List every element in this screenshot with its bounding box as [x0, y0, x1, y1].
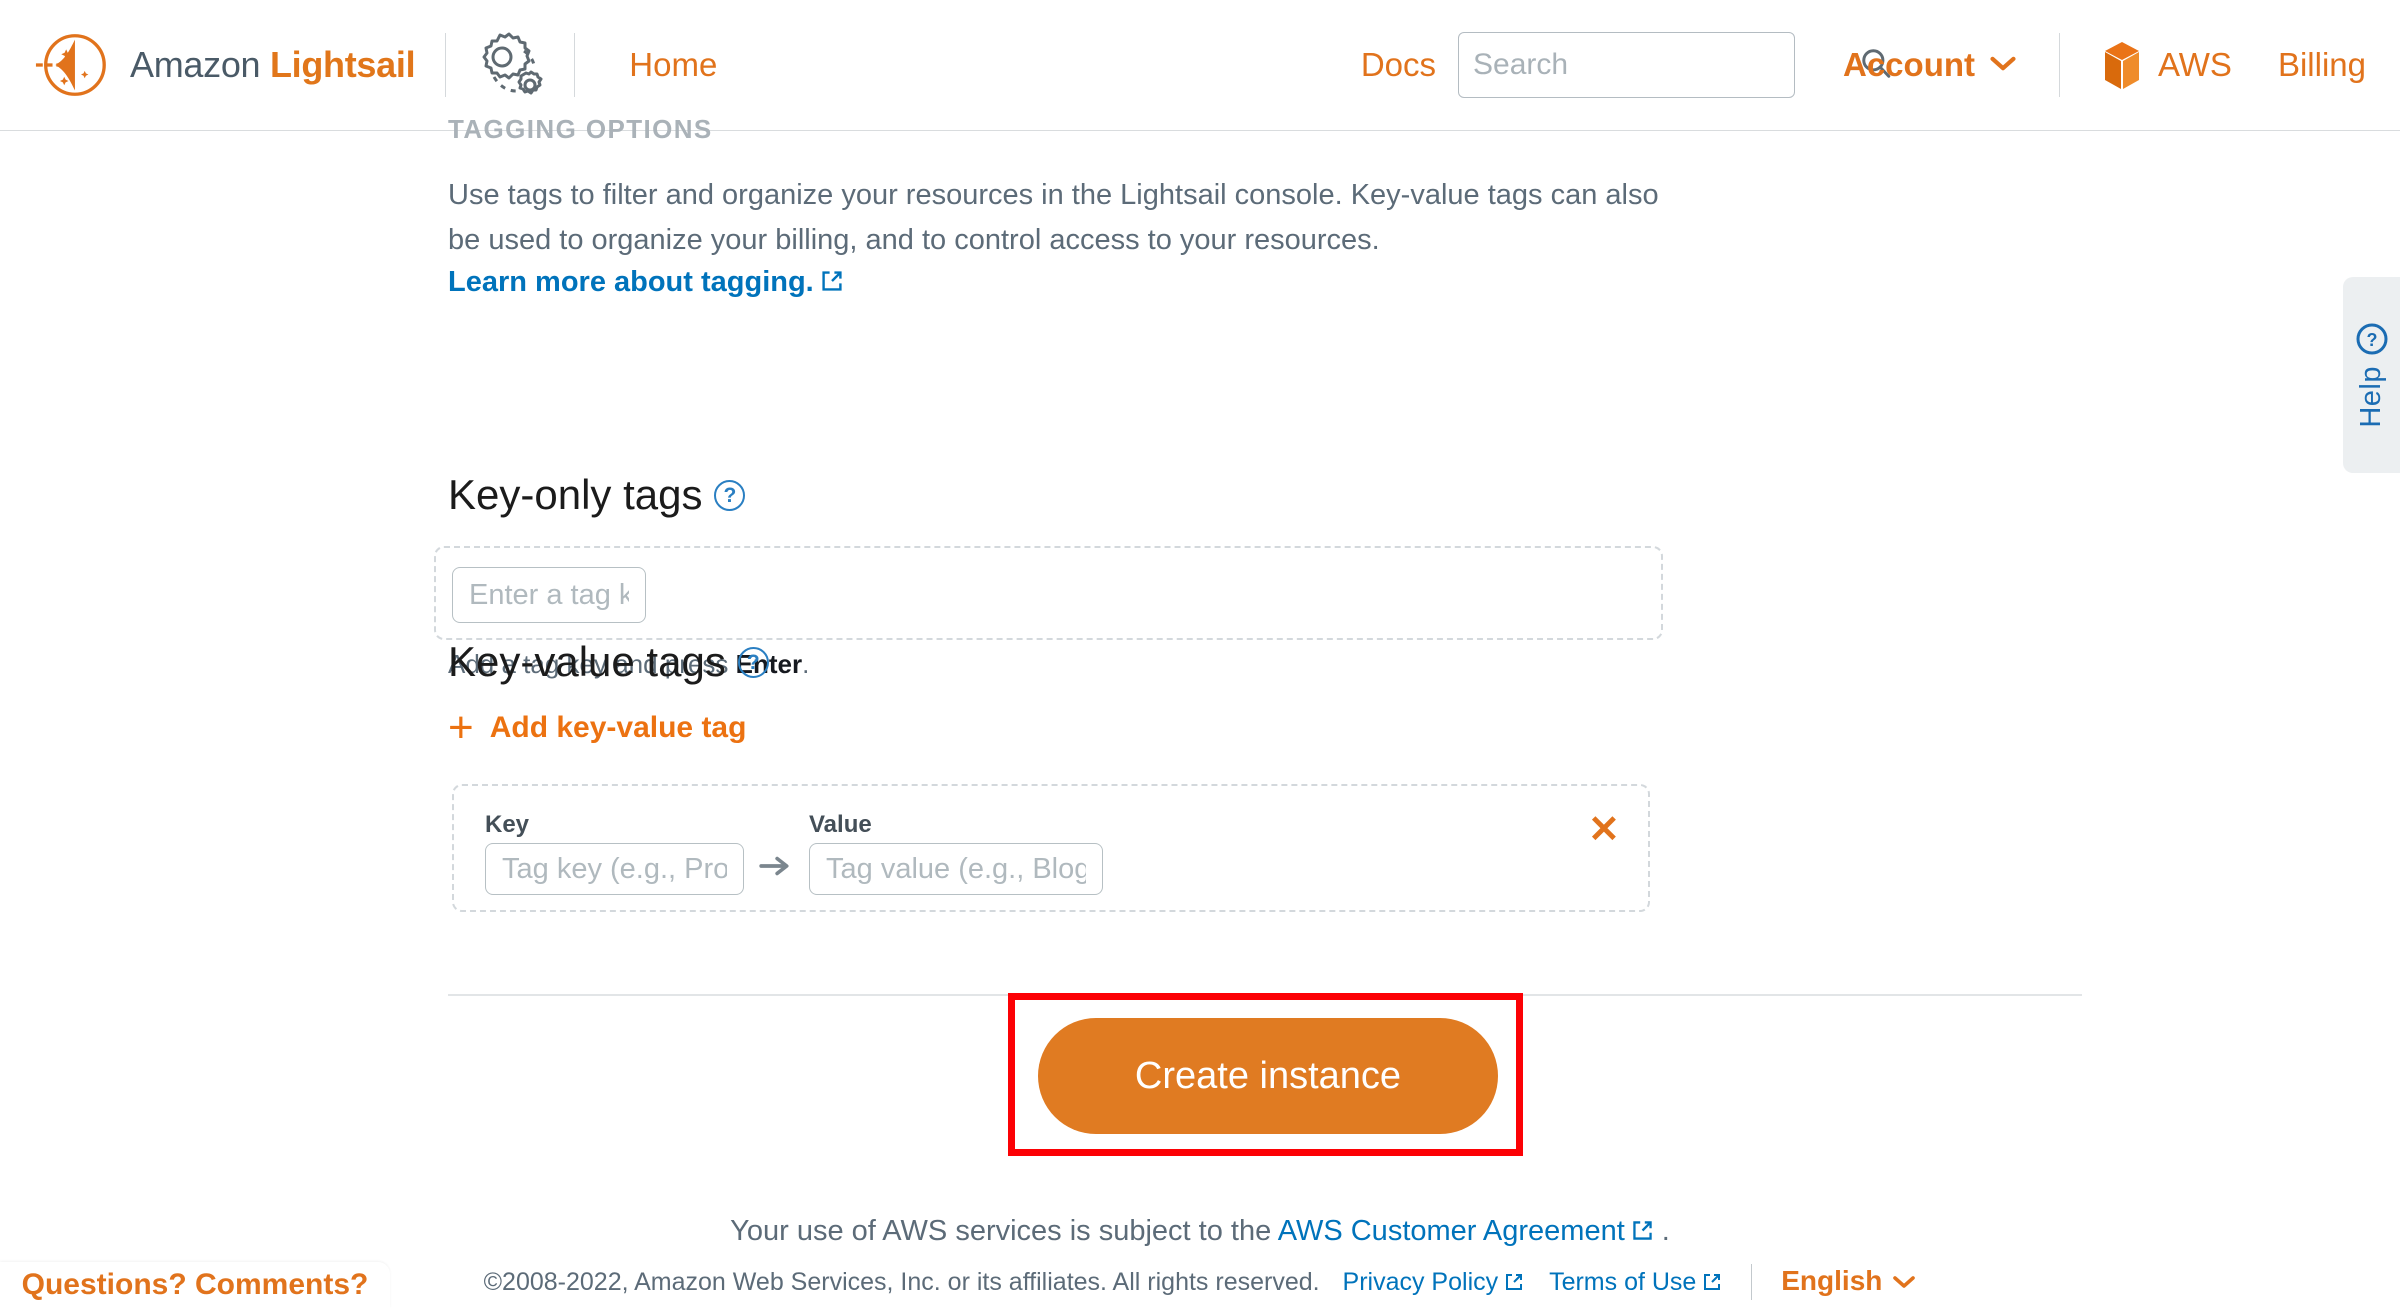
account-menu-label: Account — [1843, 46, 1975, 83]
key-value-tag-row: Key Value ✕ — [452, 784, 1650, 912]
question-circle-icon[interactable]: ? — [714, 479, 746, 511]
nav-aws-link[interactable]: AWS — [2158, 46, 2232, 84]
search-input[interactable] — [1473, 48, 1859, 82]
brand-title: Amazon Lightsail — [130, 44, 416, 85]
header-divider-2 — [574, 33, 576, 97]
key-only-tags-title: Key-only tags — [448, 471, 703, 518]
add-key-value-tag-label: Add key-value tag — [489, 711, 747, 744]
help-side-tab[interactable]: ? Help — [2343, 277, 2400, 473]
account-menu[interactable]: Account — [1843, 46, 2017, 84]
tagging-options-section-label: TAGGING OPTIONS — [448, 114, 713, 144]
key-field-input[interactable] — [485, 843, 744, 895]
footer-agreement-line: Your use of AWS services is subject to t… — [0, 1215, 2400, 1250]
value-field-input[interactable] — [809, 843, 1103, 895]
terms-of-use-label: Terms of Use — [1549, 1268, 1697, 1296]
nav-docs-link[interactable]: Docs — [1361, 46, 1436, 84]
tagging-description-line-2: be used to organize your billing, and to… — [448, 224, 1380, 256]
privacy-policy-link[interactable]: Privacy Policy — [1343, 1268, 1525, 1296]
header-divider-3 — [2059, 33, 2060, 97]
add-key-value-tag-button[interactable]: + Add key-value tag — [448, 702, 747, 752]
key-only-tags-heading: Key-only tags ? — [448, 471, 746, 519]
external-link-icon — [1631, 1217, 1654, 1250]
lightsail-logo-icon — [34, 26, 112, 104]
key-only-tags-dropzone[interactable] — [434, 546, 1663, 640]
plus-icon: + — [448, 702, 474, 752]
footer-agreement-suffix: . — [1661, 1215, 1670, 1247]
key-only-tag-input[interactable] — [452, 567, 646, 623]
learn-more-row: Learn more about tagging. — [448, 266, 844, 301]
external-link-icon — [1702, 1270, 1722, 1299]
footer-agreement-prefix: Your use of AWS services is subject to t… — [730, 1215, 1278, 1247]
key-value-tags-heading: Key-value tags ? — [448, 638, 769, 686]
header-right-group: Docs Account — [1361, 32, 2400, 98]
value-field-label: Value — [809, 811, 872, 838]
top-navigation-bar: Amazon Lightsail Home Docs Search Accoun… — [0, 0, 2400, 131]
key-field-label: Key — [485, 811, 530, 838]
aws-customer-agreement-label: AWS Customer Agreement — [1277, 1215, 1625, 1247]
help-tab-label: Help — [2355, 366, 2387, 428]
svg-text:?: ? — [2366, 330, 2377, 350]
chevron-down-icon — [1989, 51, 2017, 79]
page-root: Amazon Lightsail Home Docs Search Accoun… — [0, 0, 2400, 1308]
terms-of-use-link[interactable]: Terms of Use — [1549, 1268, 1722, 1296]
key-value-tags-title: Key-value tags — [448, 638, 726, 685]
privacy-policy-label: Privacy Policy — [1342, 1268, 1499, 1296]
aws-customer-agreement-link[interactable]: AWS Customer Agreement — [1278, 1215, 1654, 1247]
arrow-right-icon — [759, 854, 791, 883]
header-divider-1 — [445, 33, 447, 97]
external-link-icon — [820, 268, 844, 301]
nav-billing-link[interactable]: Billing — [2278, 46, 2366, 84]
learn-more-label: Learn more about tagging. — [448, 266, 814, 298]
chevron-down-icon — [1892, 1265, 1916, 1296]
brand-logo[interactable]: Amazon Lightsail — [34, 26, 416, 104]
nav-home-link[interactable]: Home — [629, 46, 717, 84]
search-input-wrapper[interactable] — [1458, 32, 1891, 98]
language-selector-label: English — [1781, 1265, 1883, 1296]
external-link-icon — [1504, 1270, 1524, 1299]
footer-divider — [1751, 1264, 1753, 1300]
aws-cube-icon — [2102, 41, 2142, 89]
tagging-description-line-1: Use tags to filter and organize your res… — [448, 179, 1659, 211]
create-instance-button[interactable]: Create instance — [1038, 1018, 1498, 1134]
hint-suffix: . — [802, 649, 810, 679]
learn-more-tagging-link[interactable]: Learn more about tagging. — [448, 266, 844, 298]
tagging-description: Use tags to filter and organize your res… — [448, 173, 1748, 263]
gears-icon[interactable] — [474, 29, 546, 101]
language-selector[interactable]: English — [1781, 1265, 1916, 1296]
footer-copyright-text: ©2008-2022, Amazon Web Services, Inc. or… — [483, 1268, 1320, 1296]
question-circle-icon: ? — [2355, 322, 2389, 356]
close-x-icon[interactable]: ✕ — [1588, 811, 1620, 849]
question-circle-icon[interactable]: ? — [737, 646, 769, 678]
questions-comments-button[interactable]: Questions? Comments? — [0, 1262, 390, 1308]
